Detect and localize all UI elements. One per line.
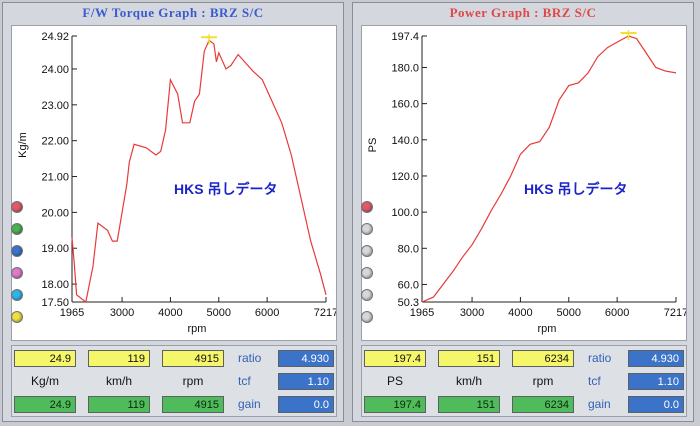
indicator-lamp[interactable] [361,289,373,301]
torque-y-tick-label: 22.00 [41,136,69,148]
power-value-top: 197.4 [364,350,426,367]
power-chart: 50.360.080.0100.0120.0140.0160.0180.0197… [367,30,686,335]
torque-y-tick-label: 19.00 [41,243,69,255]
ratio-label: ratio [238,351,262,365]
speed-value-top: 151 [438,350,500,367]
indicator-lamp[interactable] [361,267,373,279]
power-x-tick-label: 5000 [557,307,581,319]
power-value-bottom: 197.4 [364,396,426,413]
torque-y-tick-label: 20.00 [41,207,69,219]
power-y-tick-label: 197.4 [391,31,419,43]
gain-value: 0.0 [628,396,684,413]
power-y-tick-label: 60.0 [398,279,419,291]
power-x-tick-label: 3000 [460,307,484,319]
rpm-value-top: 4915 [162,350,224,367]
torque-readout-panel: 24.9 119 4915 ratio 4.930 Kg/m km/h rpm … [11,345,337,417]
power-y-tick-label: 160.0 [391,99,419,111]
gain-label: gain [588,397,611,411]
power-readout-panel: 197.4 151 6234 ratio 4.930 PS km/h rpm t… [361,345,687,417]
torque-y-tick-label: 23.00 [41,100,69,112]
power-y-tick-label: 100.0 [391,207,419,219]
torque-x-tick-label: 3000 [110,307,134,319]
power-annotation: HKS 吊しデータ [524,181,627,197]
power-x-tick-label: 7217 [664,307,686,319]
ratio-label: ratio [588,351,612,365]
gain-value: 0.0 [278,396,334,413]
power-y-tick-label: 140.0 [391,135,419,147]
ratio-value: 4.930 [278,350,334,367]
torque-unit-label: Kg/m [30,374,59,388]
indicator-lamp[interactable] [361,311,373,323]
speed-unit-label: km/h [455,374,482,388]
power-unit-label: PS [386,374,403,388]
torque-x-axis-label: rpm [188,323,207,335]
torque-y-tick-label: 21.00 [41,172,69,184]
rpm-value-bottom: 4915 [162,396,224,413]
torque-series-line [71,39,327,304]
indicator-lamp[interactable] [361,223,373,235]
rpm-value-bottom: 6234 [512,396,574,413]
torque-y-tick-label: 24.92 [41,31,69,43]
gain-label: gain [238,397,261,411]
tcf-label: tcf [238,374,251,388]
tcf-label: tcf [588,374,601,388]
speed-unit-label: km/h [105,374,132,388]
rpm-unit-label: rpm [182,374,204,388]
power-y-tick-label: 180.0 [391,62,419,74]
torque-graph-title: F/W Torque Graph : BRZ S/C [82,5,264,20]
rpm-value-top: 6234 [512,350,574,367]
torque-x-tick-label: 1965 [60,307,84,319]
indicator-lamp[interactable] [361,245,373,257]
torque-x-tick-label: 6000 [255,307,279,319]
indicator-lamp[interactable] [361,201,373,213]
torque-graph-panel: F/W Torque Graph : BRZ S/C 17.50 18.00 19.… [2,2,344,422]
indicator-lamp[interactable] [11,201,23,213]
speed-value-top: 119 [88,350,150,367]
indicator-lamp[interactable] [11,245,23,257]
power-x-tick-label: 4000 [508,307,532,319]
ratio-value: 4.930 [628,350,684,367]
torque-y-tick-label: 24.00 [41,64,69,76]
power-series-line [421,35,677,303]
power-x-tick-label: 6000 [605,307,629,319]
speed-value-bottom: 151 [438,396,500,413]
indicator-lamp[interactable] [11,289,23,301]
torque-value-bottom: 24.9 [14,396,76,413]
indicator-lamp[interactable] [11,311,23,323]
rpm-unit-label: rpm [532,374,554,388]
power-y-axis-label: PS [367,138,379,153]
torque-y-axis-label: Kg/m [17,132,29,158]
torque-x-tick-label: 4000 [158,307,182,319]
torque-plot-area: 17.50 18.00 19.00 20.00 21.00 22.00 23.00 24.00… [11,25,337,341]
power-y-tick-label: 80.0 [398,243,419,255]
power-graph-panel: Power Graph : BRZ S/C 50.3 60.0 80.0 100.0 1… [352,2,694,422]
torque-chart: 17.5018.0019.0020.0021.0022.0023.0024.00… [17,31,336,335]
power-graph-title: Power Graph : BRZ S/C [449,5,597,20]
power-plot-area: 50.3 60.0 80.0 100.0 120.0 140.0 160.0 180.0 197… [361,25,687,341]
speed-value-bottom: 119 [88,396,150,413]
indicator-lamp[interactable] [11,223,23,235]
power-y-tick-label: 120.0 [391,171,419,183]
tcf-value: 1.10 [628,373,684,390]
torque-annotation: HKS 吊しデータ [174,181,277,197]
torque-x-tick-label: 5000 [207,307,231,319]
torque-x-tick-label: 7217 [314,307,336,319]
tcf-value: 1.10 [278,373,334,390]
torque-value-top: 24.9 [14,350,76,367]
indicator-lamp[interactable] [11,267,23,279]
power-x-axis-label: rpm [538,323,557,335]
torque-y-tick-label: 18.00 [41,279,69,291]
power-x-tick-label: 1965 [410,307,434,319]
